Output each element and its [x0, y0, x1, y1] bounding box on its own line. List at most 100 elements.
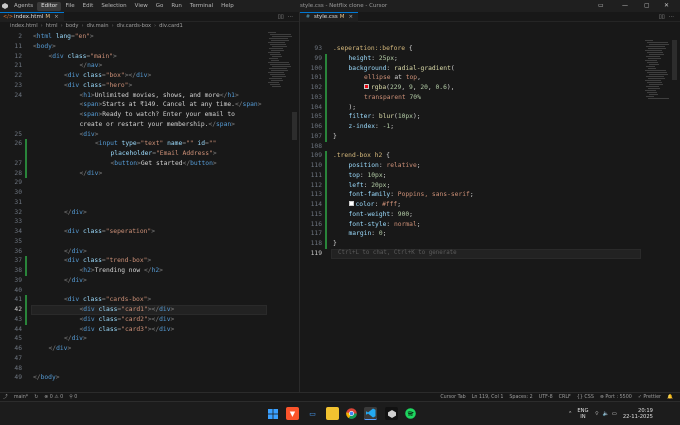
code-editor-left[interactable]: 2 <html lang="en"> 11 <body> 12 <div class="m… [0, 32, 300, 392]
minimize-button[interactable]: — [622, 0, 628, 12]
minimap-line [269, 38, 288, 39]
code-token: ; [416, 220, 421, 228]
vscode-icon[interactable] [364, 407, 377, 420]
volume-icon[interactable]: 🔈 [602, 411, 608, 417]
color-swatch-icon[interactable] [348, 201, 354, 206]
spotify-icon[interactable] [404, 407, 417, 420]
git-change-marker[interactable] [25, 256, 27, 276]
code-token: id [193, 140, 206, 148]
line-number: 38 [14, 267, 22, 274]
menu-selection[interactable]: Selection [97, 0, 130, 12]
git-change-marker[interactable] [325, 53, 327, 142]
more-actions-icon[interactable]: ··· [669, 14, 674, 20]
split-editor-icon[interactable]: ▯▯ [659, 14, 665, 20]
menu-terminal[interactable]: Terminal [186, 0, 217, 12]
minimap-line [271, 50, 284, 51]
code-token: z-index [348, 123, 376, 130]
code-token: ; [382, 171, 387, 179]
breadcrumb-item[interactable]: div.cards-box [117, 22, 151, 31]
maximize-button[interactable]: ▢ [644, 0, 650, 12]
line-number: 35 [14, 237, 22, 245]
breadcrumb-separator-icon: › [60, 23, 63, 29]
color-swatch-icon[interactable] [364, 84, 369, 89]
scrollbar-left[interactable] [292, 112, 297, 140]
breadcrumb-item[interactable]: div.main [87, 22, 109, 31]
battery-icon[interactable]: ▭ [612, 411, 617, 417]
layout-icon[interactable]: ▭ [598, 0, 604, 12]
menu-editor[interactable]: Editor [37, 2, 62, 11]
cursor-logo-icon [0, 0, 10, 12]
code-token: create or restart your membership. [79, 120, 209, 128]
minimap-line [646, 76, 664, 77]
breadcrumb-separator-icon: › [154, 23, 157, 29]
windows-start-icon[interactable] [266, 407, 279, 420]
files-icon[interactable]: ▭ [306, 407, 319, 420]
minimap-line [648, 78, 665, 79]
code-token: ; [397, 201, 402, 208]
language-indicator[interactable]: ENG IN [577, 408, 588, 420]
split-editor-icon[interactable]: ▯▯ [278, 14, 284, 20]
breadcrumb-item[interactable]: html [46, 22, 58, 31]
git-change-marker[interactable] [325, 151, 327, 249]
line-number: 100 [310, 64, 322, 72]
menu-help[interactable]: Help [217, 0, 238, 12]
git-change-marker[interactable] [25, 139, 27, 179]
tray-chevron-icon[interactable]: ⌃ [568, 411, 572, 417]
code-token: left [348, 181, 364, 189]
code-token: ></ [147, 315, 160, 323]
menu-view[interactable]: View [131, 0, 152, 12]
line-number: 29 [14, 179, 22, 187]
code-token: : [386, 64, 395, 72]
code-token: > [82, 208, 87, 216]
close-tab-icon[interactable]: × [348, 14, 353, 20]
code-editor-right[interactable]: 93 .seperation::before {99 height: 25px; 10… [300, 44, 680, 374]
code-token: ); [348, 103, 357, 111]
menu-file[interactable]: File [61, 0, 78, 12]
code-token: > [51, 42, 56, 50]
code-token: > [128, 81, 133, 89]
minimap-line [272, 76, 286, 77]
more-actions-icon[interactable]: ··· [288, 14, 293, 20]
tab-index-html[interactable]: </> index.html M × [0, 11, 64, 22]
line-number: 41 [14, 296, 22, 304]
menu-go[interactable]: Go [152, 0, 168, 12]
menu-edit[interactable]: Edit [79, 0, 98, 12]
chrome-icon[interactable] [345, 407, 358, 420]
minimap-line [272, 86, 281, 87]
git-change-marker[interactable] [25, 295, 27, 325]
breadcrumb-item[interactable]: div.card1 [159, 22, 183, 31]
close-tab-icon[interactable]: × [54, 14, 59, 20]
code-token: 20 [420, 84, 428, 91]
menu-agents[interactable]: Agents [10, 0, 37, 12]
code-token: background [348, 64, 387, 72]
line-number: 42 [14, 306, 22, 313]
close-window-button[interactable]: ✕ [664, 0, 669, 12]
code-token: div [87, 169, 99, 177]
code-token: html [36, 33, 52, 40]
scrollbar-right[interactable] [672, 40, 677, 80]
brave-browser-icon[interactable]: ▼ [286, 407, 299, 420]
code-token: 20px [371, 181, 387, 189]
code-token: 70% [409, 93, 421, 101]
minimap-line [270, 74, 285, 75]
breadcrumb-separator-icon: › [40, 23, 43, 29]
breadcrumb-item[interactable]: body [66, 22, 79, 31]
code-token: : [375, 123, 383, 130]
wifi-icon[interactable]: ⌔ [595, 411, 600, 417]
minimap-line [272, 66, 291, 67]
line-number: 44 [14, 325, 22, 333]
menu-run[interactable]: Run [167, 0, 186, 12]
code-token: class [94, 325, 118, 333]
file-explorer-icon[interactable] [326, 407, 339, 420]
code-token: > [82, 276, 87, 284]
tab-style-css[interactable]: # style.css M × [300, 11, 359, 22]
code-token: ; [382, 230, 387, 238]
breadcrumb-item[interactable]: index.html [10, 22, 38, 31]
breadcrumb: index.html › html › body › div.main › div.cards-… [0, 22, 299, 31]
modified-badge: M [45, 14, 51, 20]
cursor-app-icon[interactable] [385, 407, 398, 420]
minimap-left[interactable] [268, 32, 294, 92]
minimap-right[interactable] [645, 40, 671, 100]
line-number: 12 [14, 52, 22, 60]
clock[interactable]: 20:19 22-11-2025 [623, 408, 653, 421]
